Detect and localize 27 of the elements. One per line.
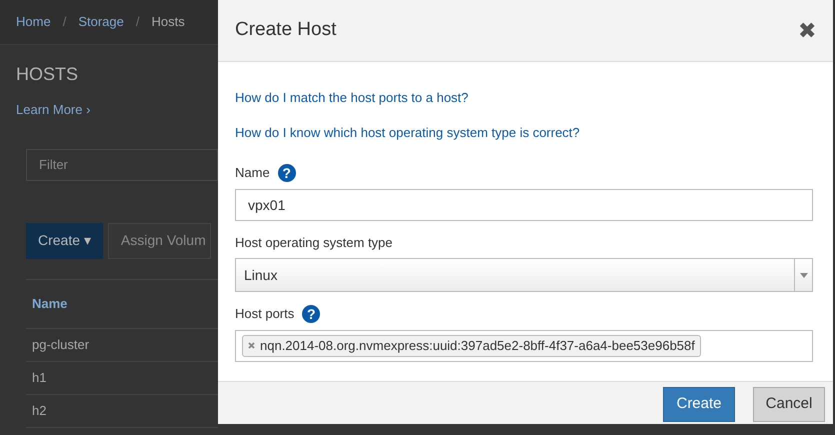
help-link[interactable]: How do I match the host ports to a host? xyxy=(235,88,816,108)
os-type-select[interactable]: Linux xyxy=(235,258,813,292)
close-button[interactable]: ✖ xyxy=(798,20,816,42)
learn-more-link[interactable]: Learn More › xyxy=(16,100,202,120)
breadcrumb-separator: / xyxy=(136,13,140,32)
host-ports-input[interactable]: nqn.2014-08.org.nvmexpress:uuid:397ad5e2-8bff-4f37-a6a4-bee53e96b58f xyxy=(235,330,813,362)
assign-volume-button[interactable]: Assign Volum xyxy=(108,222,211,258)
create-button[interactable]: Create ▾ xyxy=(26,222,103,258)
breadcrumb-link[interactable]: Hosts xyxy=(151,12,185,32)
caret-icon xyxy=(800,272,808,278)
breadcrumb-link[interactable]: Storage xyxy=(78,12,124,32)
filter-field[interactable]: Filter xyxy=(26,148,218,180)
remove-icon[interactable] xyxy=(248,342,255,349)
page-title: HOSTS xyxy=(16,63,80,86)
create-button[interactable]: Create xyxy=(663,387,735,422)
dialog-title: Create Host xyxy=(235,18,336,42)
field-label: Host operating system type xyxy=(235,234,393,252)
help-icon[interactable]: ? xyxy=(278,164,296,182)
field-label: Host ports xyxy=(235,305,294,323)
help-icon[interactable]: ? xyxy=(302,304,320,323)
cancel-button[interactable]: Cancel xyxy=(753,387,825,422)
breadcrumb-separator: / xyxy=(62,13,66,32)
field-label: Name xyxy=(235,164,270,182)
name-input[interactable]: vpx01 xyxy=(235,188,813,220)
help-link[interactable]: How do I know which host operating system type is correct? xyxy=(235,122,816,142)
host-port-tag: nqn.2014-08.org.nvmexpress:uuid:397ad5e2-8bff-4f37-a6a4-bee53e96b58f xyxy=(242,334,701,356)
breadcrumb-link[interactable]: Home xyxy=(16,12,51,32)
